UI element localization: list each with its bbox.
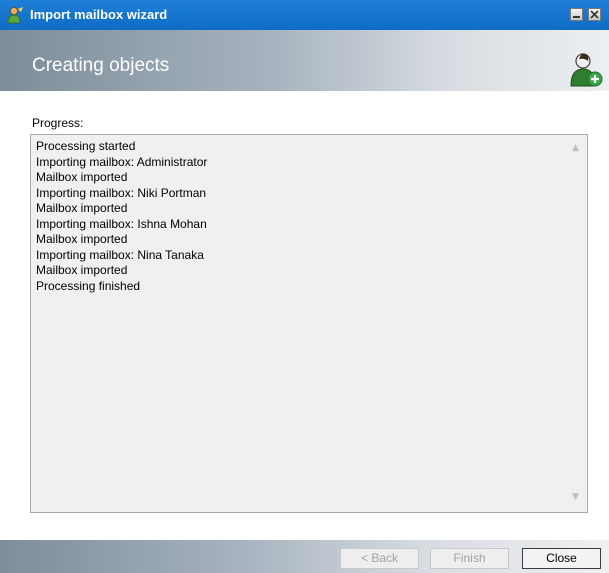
close-icon: [590, 10, 599, 19]
progress-label: Progress:: [32, 116, 84, 130]
title-bar[interactable]: Import mailbox wizard: [0, 0, 609, 30]
window-title: Import mailbox wizard: [30, 7, 168, 22]
progress-log[interactable]: Processing started Importing mailbox: Ad…: [30, 134, 588, 513]
log-line: Processing started: [36, 139, 136, 153]
log-line: Importing mailbox: Ishna Mohan: [36, 216, 207, 231]
log-line: Mailbox imported: [36, 201, 128, 215]
user-add-icon: [570, 53, 603, 87]
log-line: Importing mailbox: Administrator: [36, 154, 208, 169]
close-button[interactable]: Close: [522, 548, 601, 569]
log-line: Mailbox imported: [36, 263, 128, 277]
scroll-down-icon[interactable]: ▼: [572, 492, 579, 502]
log-line: Importing mailbox: Nina Tanaka: [36, 247, 204, 262]
close-window-button[interactable]: [588, 8, 601, 21]
wizard-footer: [0, 540, 609, 573]
log-line: Mailbox imported: [36, 232, 128, 246]
scroll-up-icon[interactable]: ▲: [572, 143, 579, 153]
log-line: Mailbox imported: [36, 170, 128, 184]
progress-log-lines: Processing started Importing mailbox: Ad…: [36, 139, 207, 294]
minimize-button[interactable]: [570, 8, 583, 21]
back-button[interactable]: < Back: [340, 548, 419, 569]
finish-button[interactable]: Finish: [430, 548, 509, 569]
log-line: Importing mailbox: Niki Portman: [36, 185, 207, 200]
log-line: Processing finished: [36, 278, 141, 293]
page-title: Creating objects: [32, 55, 170, 76]
user-wizard-icon: [7, 7, 23, 24]
